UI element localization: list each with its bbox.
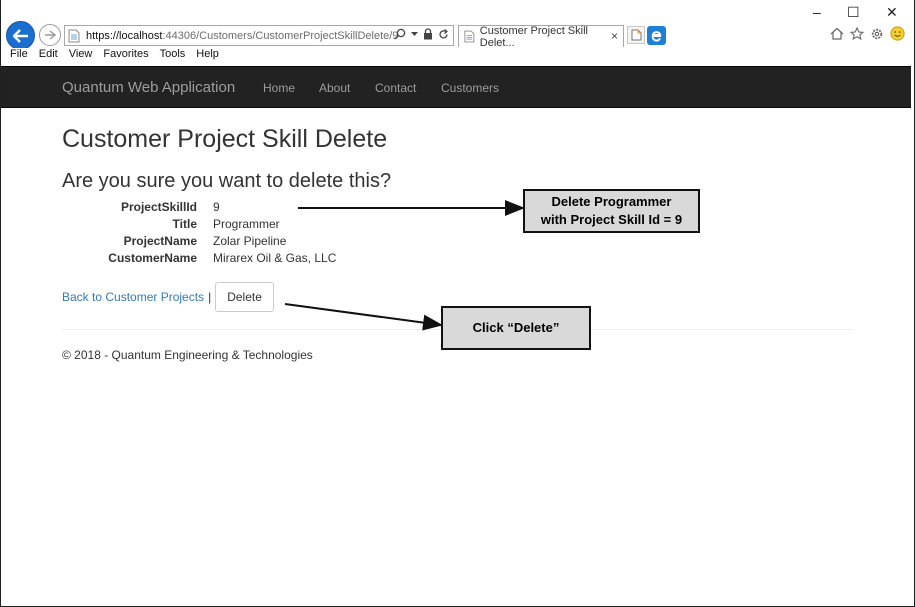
detail-row: CustomerName Mirarex Oil & Gas, LLC xyxy=(62,251,362,268)
arrow-left-icon xyxy=(12,28,28,43)
close-button[interactable]: ✕ xyxy=(886,4,898,21)
minimize-button[interactable]: – xyxy=(813,4,821,20)
brand-link[interactable]: Quantum Web Application xyxy=(62,79,235,96)
menu-favorites[interactable]: Favorites xyxy=(103,48,148,66)
menu-file[interactable]: File xyxy=(10,48,28,66)
address-bar[interactable]: https://localhost:44306/Customers/Custom… xyxy=(64,25,454,46)
browser-toolbar: https://localhost:44306/Customers/Custom… xyxy=(1,0,913,50)
page-icon xyxy=(68,29,80,42)
e-logo-icon xyxy=(651,31,662,42)
star-icon[interactable] xyxy=(850,27,864,40)
nav-home[interactable]: Home xyxy=(263,81,295,95)
page-icon xyxy=(464,30,475,43)
refresh-icon[interactable] xyxy=(438,28,449,40)
detail-row: ProjectName Zolar Pipeline xyxy=(62,234,362,251)
detail-label: ProjectName xyxy=(123,234,197,248)
tab-title: Customer Project Skill Delet... xyxy=(479,24,588,49)
detail-value: Programmer xyxy=(213,217,280,231)
nav-about[interactable]: About xyxy=(319,81,350,95)
callout-line: Click “Delete” xyxy=(472,320,560,335)
url-path: :44306/Customers/CustomerProjectSkillDel… xyxy=(162,29,399,42)
edge-icon[interactable] xyxy=(647,26,666,45)
detail-row: ProjectSkillId 9 xyxy=(62,200,362,217)
detail-value: Zolar Pipeline xyxy=(213,234,287,248)
callout-line: Delete Programmer xyxy=(551,194,672,209)
detail-value: 9 xyxy=(213,200,220,214)
separator: | xyxy=(208,290,212,304)
menu-view[interactable]: View xyxy=(69,48,93,66)
menu-tools[interactable]: Tools xyxy=(160,48,186,66)
home-icon[interactable] xyxy=(830,27,844,40)
new-tab-icon xyxy=(631,29,641,41)
url-host: https://localhost xyxy=(86,29,163,42)
lock-icon[interactable] xyxy=(423,28,433,40)
callout-line: with Project Skill Id = 9 xyxy=(540,212,683,227)
confirm-question: Are you sure you want to delete this? xyxy=(62,170,392,192)
callout-click-delete: Click “Delete” xyxy=(441,306,591,350)
search-icon[interactable] xyxy=(394,28,406,40)
app-navbar: Quantum Web Application Home About Conta… xyxy=(1,66,911,108)
arrow-right-icon xyxy=(45,30,56,40)
back-to-customer-projects-link[interactable]: Back to Customer Projects xyxy=(62,290,204,304)
callout-delete-programmer: Delete Programmer with Project Skill Id … xyxy=(523,189,700,233)
address-tools xyxy=(394,28,449,40)
smiley-icon[interactable] xyxy=(890,26,905,41)
form-actions: Back to Customer Projects | Delete xyxy=(62,282,274,312)
detail-value: Mirarex Oil & Gas, LLC xyxy=(213,251,337,265)
delete-button[interactable]: Delete xyxy=(215,282,274,312)
nav-contact[interactable]: Contact xyxy=(375,81,416,95)
back-button[interactable] xyxy=(6,21,35,50)
detail-label: CustomerName xyxy=(108,251,197,265)
menu-edit[interactable]: Edit xyxy=(39,48,58,66)
detail-label: ProjectSkillId xyxy=(120,200,197,214)
tab-customer-project-skill-delete[interactable]: Customer Project Skill Delet... × xyxy=(458,24,624,49)
maximize-button[interactable]: ☐ xyxy=(847,4,860,21)
details-list: ProjectSkillId 9 Title Programmer Projec… xyxy=(62,200,362,268)
new-tab-button[interactable] xyxy=(627,26,645,44)
detail-label: Title xyxy=(172,217,197,231)
browser-right-icons xyxy=(830,26,905,41)
forward-button[interactable] xyxy=(39,24,61,46)
page-title: Customer Project Skill Delete xyxy=(62,125,388,153)
footer-copyright: © 2018 - Quantum Engineering & Technolog… xyxy=(62,348,313,362)
chevron-down-icon[interactable] xyxy=(411,31,418,37)
gear-icon[interactable] xyxy=(870,27,884,41)
nav-customers[interactable]: Customers xyxy=(441,81,499,95)
close-tab-icon[interactable]: × xyxy=(611,29,618,43)
menu-bar: File Edit View Favorites Tools Help xyxy=(1,48,913,66)
detail-row: Title Programmer xyxy=(62,217,362,234)
menu-help[interactable]: Help xyxy=(196,48,219,66)
